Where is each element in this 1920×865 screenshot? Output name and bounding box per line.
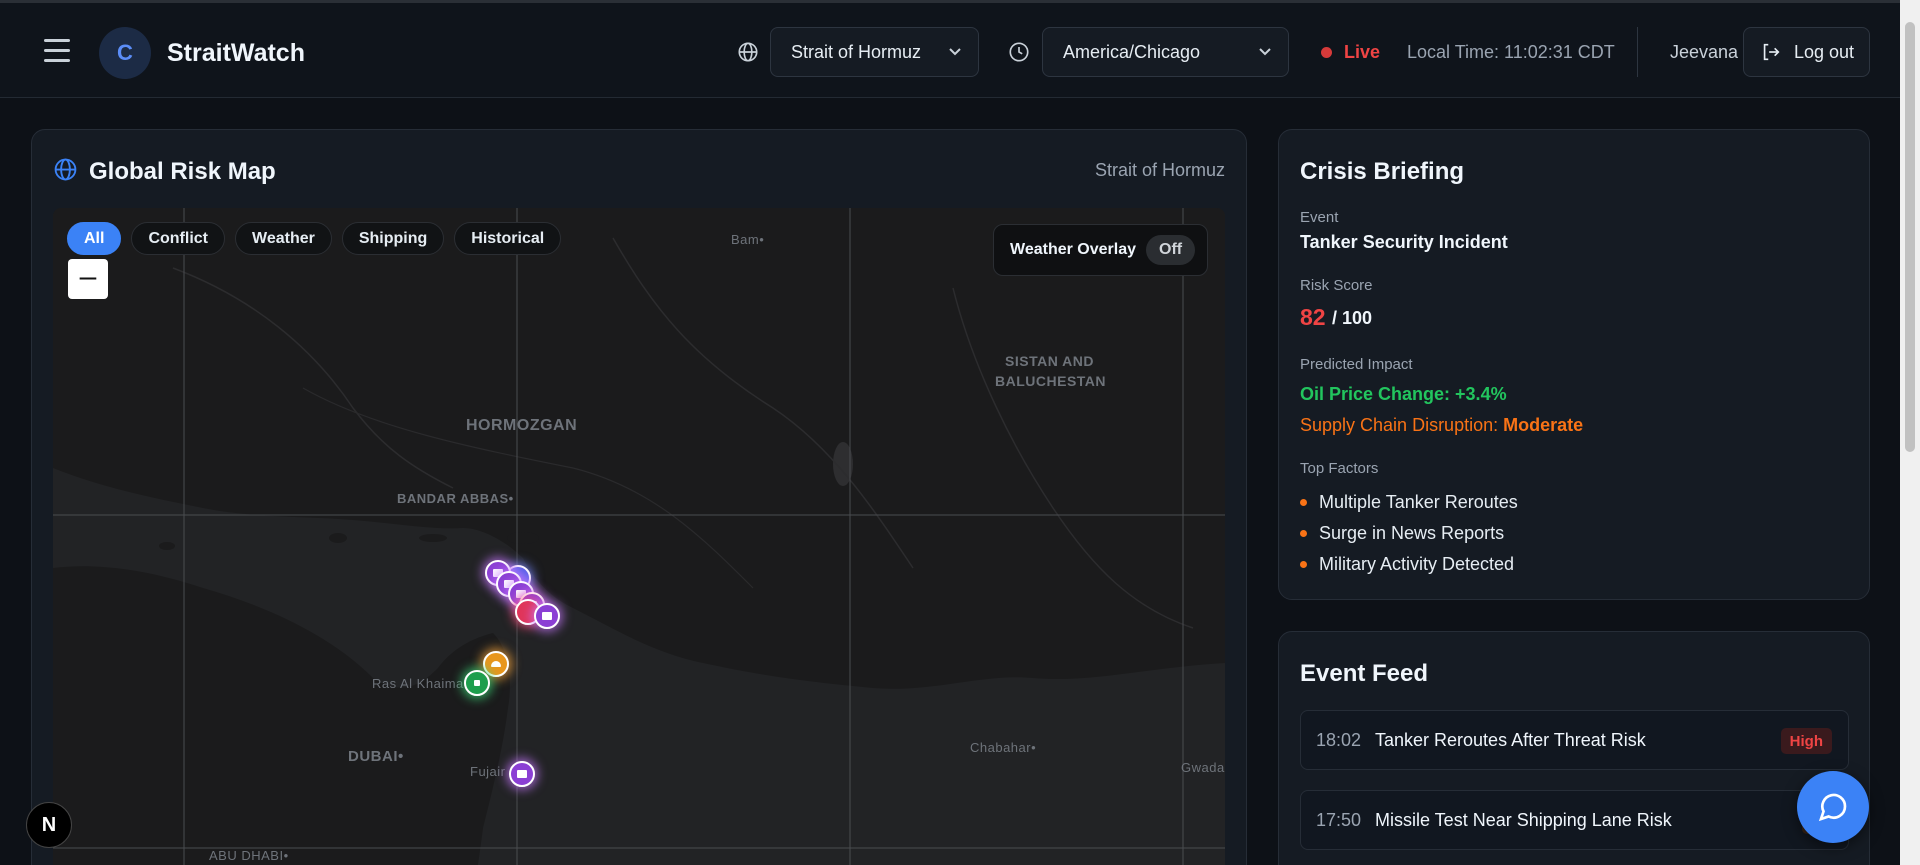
event-time: 18:02 <box>1316 729 1362 750</box>
event-text: Missile Test Near Shipping Lane Risk <box>1375 809 1672 830</box>
map-label-fujairah: Fujair <box>470 764 506 779</box>
supply-chain-value: Moderate <box>1503 415 1584 435</box>
event-feed-panel: Event Feed 18:02 Tanker Reroutes After T… <box>1278 631 1870 865</box>
clock-icon <box>1009 42 1029 62</box>
user-name: Jeevana <box>1670 42 1739 62</box>
weather-overlay-toggle[interactable]: Off <box>1146 235 1196 265</box>
map-label-gwadar: Gwada <box>1181 760 1225 775</box>
hamburger-menu-icon[interactable] <box>44 39 70 62</box>
timezone-select[interactable]: America/Chicago <box>1042 27 1289 77</box>
severity-badge: High <box>1780 728 1832 754</box>
filter-chip-all[interactable]: All <box>67 222 122 255</box>
risk-map-panel: Global Risk Map Strait of Hormuz HORMOZG… <box>31 129 1247 865</box>
zoom-out-button[interactable]: – <box>68 259 108 299</box>
event-feed-item[interactable]: 18:02 Tanker Reroutes After Threat Risk … <box>1300 710 1849 770</box>
supply-chain-label: Supply Chain Disruption: <box>1300 415 1504 435</box>
event-marker-weather[interactable] <box>483 651 509 677</box>
globe-icon <box>54 158 77 181</box>
live-label: Live <box>1344 42 1381 62</box>
region-select[interactable]: Strait of Hormuz <box>770 27 979 77</box>
nextjs-dev-badge[interactable]: N <box>26 802 72 848</box>
filter-chip-historical[interactable]: Historical <box>454 222 562 255</box>
map-filter-bar: All Conflict Weather Shipping Historical <box>67 222 562 255</box>
bullet-dot <box>1300 561 1307 568</box>
local-time: Local Time: 11:02:31 CDT <box>1407 42 1615 62</box>
risk-score-max: / 100 <box>1332 308 1373 328</box>
map-region-label: Strait of Hormuz <box>1094 160 1225 180</box>
chat-button[interactable] <box>1797 771 1869 843</box>
weather-overlay-label: Weather Overlay <box>1010 241 1136 258</box>
weather-overlay-control: Weather Overlay Off <box>993 224 1208 276</box>
chat-bubble-icon <box>1818 793 1847 822</box>
map-canvas[interactable]: HORMOZGAN SISTAN AND BALUCHESTAN BANDAR … <box>53 208 1225 865</box>
factor-text: Military Activity Detected <box>1319 554 1515 574</box>
map-title: Global Risk Map <box>89 158 276 185</box>
briefing-title: Crisis Briefing <box>1300 158 1465 185</box>
oil-price-change: Oil Price Change: +3.4% <box>1300 384 1507 404</box>
chevron-down-icon <box>1259 48 1271 56</box>
logout-icon <box>1763 43 1780 61</box>
map-label-dubai: DUBAI• <box>348 748 404 765</box>
event-feed-item[interactable]: 17:50 Missile Test Near Shipping Lane Ri… <box>1300 790 1849 850</box>
region-select-value: Strait of Hormuz <box>791 41 922 62</box>
event-label: Event <box>1300 209 1339 226</box>
app-title: StraitWatch <box>167 39 305 67</box>
predicted-impact-label: Predicted Impact <box>1300 356 1413 373</box>
basemap <box>53 208 1225 865</box>
event-time: 17:50 <box>1316 809 1362 830</box>
risk-score-value: 82 <box>1300 304 1326 330</box>
scrollbar-thumb[interactable] <box>1905 22 1915 452</box>
globe-icon <box>738 42 758 62</box>
live-indicator-dot <box>1321 47 1332 58</box>
event-marker-historical[interactable] <box>509 761 535 787</box>
event-value: Tanker Security Incident <box>1300 232 1508 252</box>
event-marker-shipping[interactable] <box>464 670 490 696</box>
bullet-dot <box>1300 499 1307 506</box>
risk-score-label: Risk Score <box>1300 277 1373 294</box>
top-factors-label: Top Factors <box>1300 460 1379 477</box>
app-logo: C <box>99 27 151 79</box>
crisis-briefing-panel: Crisis Briefing Event Tanker Security In… <box>1278 129 1870 600</box>
factor-item: Surge in News Reports <box>1300 523 1504 544</box>
map-label-chabahar: Chabahar• <box>970 740 1037 755</box>
factor-text: Surge in News Reports <box>1319 523 1505 543</box>
factor-text: Multiple Tanker Reroutes <box>1319 492 1518 512</box>
map-label-ras-al-khaimah: Ras Al Khaima <box>372 676 464 691</box>
filter-chip-shipping[interactable]: Shipping <box>341 222 445 255</box>
page-scrollbar[interactable] <box>1900 0 1920 865</box>
event-marker-historical[interactable] <box>534 603 560 629</box>
map-label-abu-dhabi: ABU DHABI• <box>209 848 289 863</box>
factor-item: Military Activity Detected <box>1300 554 1514 575</box>
logout-label: Log out <box>1794 41 1855 62</box>
event-feed-title: Event Feed <box>1300 660 1429 687</box>
bullet-dot <box>1300 530 1307 537</box>
map-label-bandar-abbas: BANDAR ABBAS• <box>397 491 514 506</box>
map-label-hormozgan: HORMOZGAN <box>466 417 578 434</box>
event-text: Tanker Reroutes After Threat Risk <box>1375 729 1646 750</box>
logout-button[interactable]: Log out <box>1743 27 1870 77</box>
filter-chip-weather[interactable]: Weather <box>235 222 332 255</box>
header-divider <box>1637 27 1638 77</box>
supply-chain-disruption: Supply Chain Disruption: Moderate <box>1300 415 1583 436</box>
map-label-bam: Bam• <box>731 232 765 247</box>
timezone-select-value: America/Chicago <box>1063 41 1201 62</box>
filter-chip-conflict[interactable]: Conflict <box>131 222 225 255</box>
map-label-sistan: SISTAN AND <box>1005 353 1094 369</box>
chevron-down-icon <box>949 48 961 56</box>
top-bar: C StraitWatch Strait of Hormuz America/C… <box>0 0 1900 98</box>
factor-item: Multiple Tanker Reroutes <box>1300 492 1518 513</box>
map-label-baluchestan: BALUCHESTAN <box>995 373 1107 389</box>
